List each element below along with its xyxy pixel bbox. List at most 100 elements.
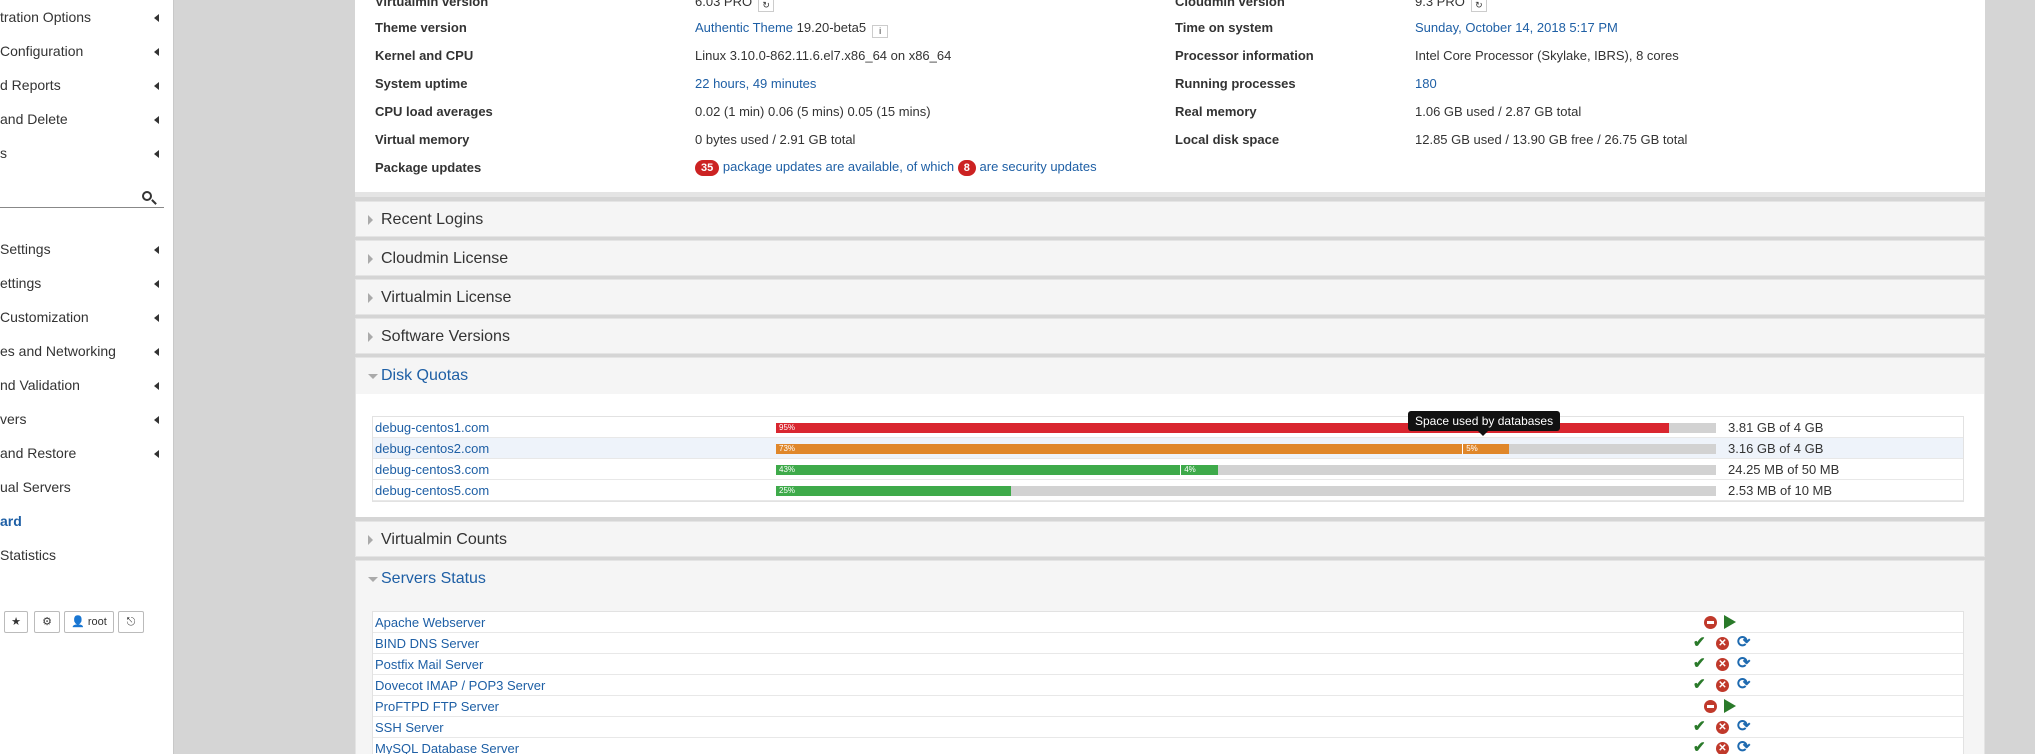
server-name-link[interactable]: BIND DNS Server <box>375 636 479 651</box>
security-updates-link[interactable]: are security updates <box>980 159 1097 174</box>
updates-count-badge[interactable]: 35 <box>695 160 720 176</box>
stop-icon[interactable]: ✕ <box>1716 658 1729 671</box>
panel-title: Recent Logins <box>381 211 484 228</box>
quota-bar-segment[interactable]: 4% <box>1180 465 1218 475</box>
running-status-icon[interactable]: ✔ <box>1693 635 1706 650</box>
updates-link[interactable]: package updates are available, of which <box>723 159 954 174</box>
sidebar-item[interactable]: es and Networking <box>0 343 173 363</box>
quota-bar-segment[interactable]: 5% <box>1462 444 1510 454</box>
panel-header[interactable]: Servers Status <box>356 561 1984 597</box>
running-status-icon[interactable]: ✔ <box>1693 677 1706 692</box>
panel-software-versions[interactable]: Software Versions <box>355 318 1985 354</box>
panel-header[interactable]: Disk Quotas <box>356 358 1984 394</box>
restart-icon[interactable]: ⟳ <box>1737 719 1750 735</box>
server-row: BIND DNS Server ✔ ✕ ⟳ <box>373 633 1963 654</box>
running-status-icon[interactable]: ✔ <box>1693 656 1706 671</box>
sidebar-item-label: Statistics <box>0 547 57 563</box>
quota-row: debug-centos2.com 73% 5% 3.16 GB of 4 GB <box>373 438 1963 459</box>
sidebar-item-label: Configuration <box>0 43 84 59</box>
info-icon[interactable]: i <box>872 25 889 38</box>
quota-bar: 25% <box>776 486 1716 496</box>
panel-cloudmin-license[interactable]: Cloudmin License <box>355 240 1985 276</box>
quota-bar-segment[interactable]: 73% <box>776 444 1463 454</box>
refresh-icon[interactable]: ↻ <box>758 0 775 12</box>
server-name-link[interactable]: SSH Server <box>375 720 444 735</box>
sidebar-item[interactable]: vers <box>0 411 173 431</box>
quota-bar: 43% 4% <box>776 465 1716 475</box>
restart-icon[interactable]: ⟳ <box>1737 740 1750 754</box>
sidebar-item-label: and Delete <box>0 111 68 127</box>
quota-domain-link[interactable]: debug-centos3.com <box>375 462 489 477</box>
info-key: Package updates <box>375 160 482 175</box>
stop-icon[interactable]: ✕ <box>1716 679 1729 692</box>
sidebar-item[interactable]: s <box>0 145 173 165</box>
server-name-link[interactable]: Dovecot IMAP / POP3 Server <box>375 678 545 693</box>
sidebar-item[interactable]: and Delete <box>0 111 173 131</box>
quota-domain-link[interactable]: debug-centos2.com <box>375 441 489 456</box>
user-button[interactable]: 👤 root <box>64 611 114 633</box>
sidebar-item[interactable]: d Reports <box>0 77 173 97</box>
quota-value: 24.25 MB of 50 MB <box>1728 462 1840 477</box>
sidebar-item[interactable]: Customization <box>0 309 173 329</box>
caret-left-icon <box>154 382 159 390</box>
quota-domain-link[interactable]: debug-centos1.com <box>375 420 489 435</box>
stop-icon[interactable]: ✕ <box>1716 721 1729 734</box>
sidebar-item-label: Customization <box>0 309 89 325</box>
uptime-link[interactable]: 22 hours, 49 minutes <box>695 76 816 91</box>
sidebar-item-label: ard <box>0 513 22 529</box>
disk-quotas-table: debug-centos1.com 95% 3.81 GB of 4 GB debug… <box>372 416 1964 502</box>
server-name-link[interactable]: Postfix Mail Server <box>375 657 483 672</box>
info-key: Running processes <box>1175 76 1296 91</box>
theme-link[interactable]: Authentic Theme <box>695 20 793 35</box>
processes-link[interactable]: 180 <box>1415 76 1437 91</box>
sidebar-item[interactable]: ual Servers <box>0 479 173 499</box>
stopped-status-icon[interactable] <box>1704 700 1717 713</box>
security-count-badge[interactable]: 8 <box>957 160 976 176</box>
caret-left-icon <box>154 416 159 424</box>
sidebar-item[interactable]: and Restore <box>0 445 173 465</box>
panel-virtualmin-counts[interactable]: Virtualmin Counts <box>355 521 1985 557</box>
refresh-icon[interactable]: ↻ <box>1470 0 1487 12</box>
sidebar-search-field[interactable] <box>0 186 164 208</box>
panel-virtualmin-license[interactable]: Virtualmin License <box>355 279 1985 315</box>
panel-servers-status: Servers Status Apache Webserver BIND DNS … <box>355 560 1985 754</box>
theme-version: 19.20-beta5 <box>796 20 867 35</box>
start-icon[interactable] <box>1724 615 1736 629</box>
server-name-link[interactable]: ProFTPD FTP Server <box>375 699 499 714</box>
collapse-icon <box>368 374 378 379</box>
running-status-icon[interactable]: ✔ <box>1693 719 1706 734</box>
server-name-link[interactable]: Apache Webserver <box>375 615 485 630</box>
sidebar-item[interactable]: ettings <box>0 275 173 295</box>
caret-left-icon <box>154 246 159 254</box>
logout-icon[interactable]: ⎋ <box>118 611 144 633</box>
stop-icon[interactable]: ✕ <box>1716 742 1729 754</box>
quota-bar-segment[interactable]: 25% <box>776 486 1011 496</box>
restart-icon[interactable]: ⟳ <box>1737 635 1750 651</box>
info-key: Cloudmin version <box>1175 0 1285 9</box>
sidebar-item[interactable]: nd Validation <box>0 377 173 397</box>
caret-left-icon <box>154 348 159 356</box>
quota-bar-segment[interactable]: 43% <box>776 465 1181 475</box>
running-status-icon[interactable]: ✔ <box>1693 740 1706 754</box>
sidebar-item[interactable]: ard <box>0 513 173 533</box>
quota-domain-link[interactable]: debug-centos5.com <box>375 483 489 498</box>
sidebar-item[interactable]: Configuration <box>0 43 173 63</box>
stopped-status-icon[interactable] <box>1704 616 1717 629</box>
server-name-link[interactable]: MySQL Database Server <box>375 741 519 754</box>
quota-bar: 73% 5% <box>776 444 1716 454</box>
kernel-cpu-value: Linux 3.10.0-862.11.6.el7.x86_64 on x86_… <box>695 48 952 63</box>
search-icon[interactable] <box>142 191 152 201</box>
quota-value: 2.53 MB of 10 MB <box>1728 483 1833 498</box>
restart-icon[interactable]: ⟳ <box>1737 677 1750 693</box>
sidebar-item[interactable]: tration Options <box>0 9 173 29</box>
restart-icon[interactable]: ⟳ <box>1737 656 1750 672</box>
sidebar-item[interactable]: Statistics <box>0 547 173 567</box>
favorites-star-icon[interactable]: ★ <box>4 611 28 633</box>
panel-title: Virtualmin License <box>381 289 512 306</box>
stop-icon[interactable]: ✕ <box>1716 637 1729 650</box>
panel-recent-logins[interactable]: Recent Logins <box>355 201 1985 237</box>
settings-cogs-icon[interactable]: ⚙ <box>34 611 60 633</box>
time-link[interactable]: Sunday, October 14, 2018 5:17 PM <box>1415 20 1618 35</box>
sidebar-item[interactable]: Settings <box>0 241 173 261</box>
start-icon[interactable] <box>1724 699 1736 713</box>
